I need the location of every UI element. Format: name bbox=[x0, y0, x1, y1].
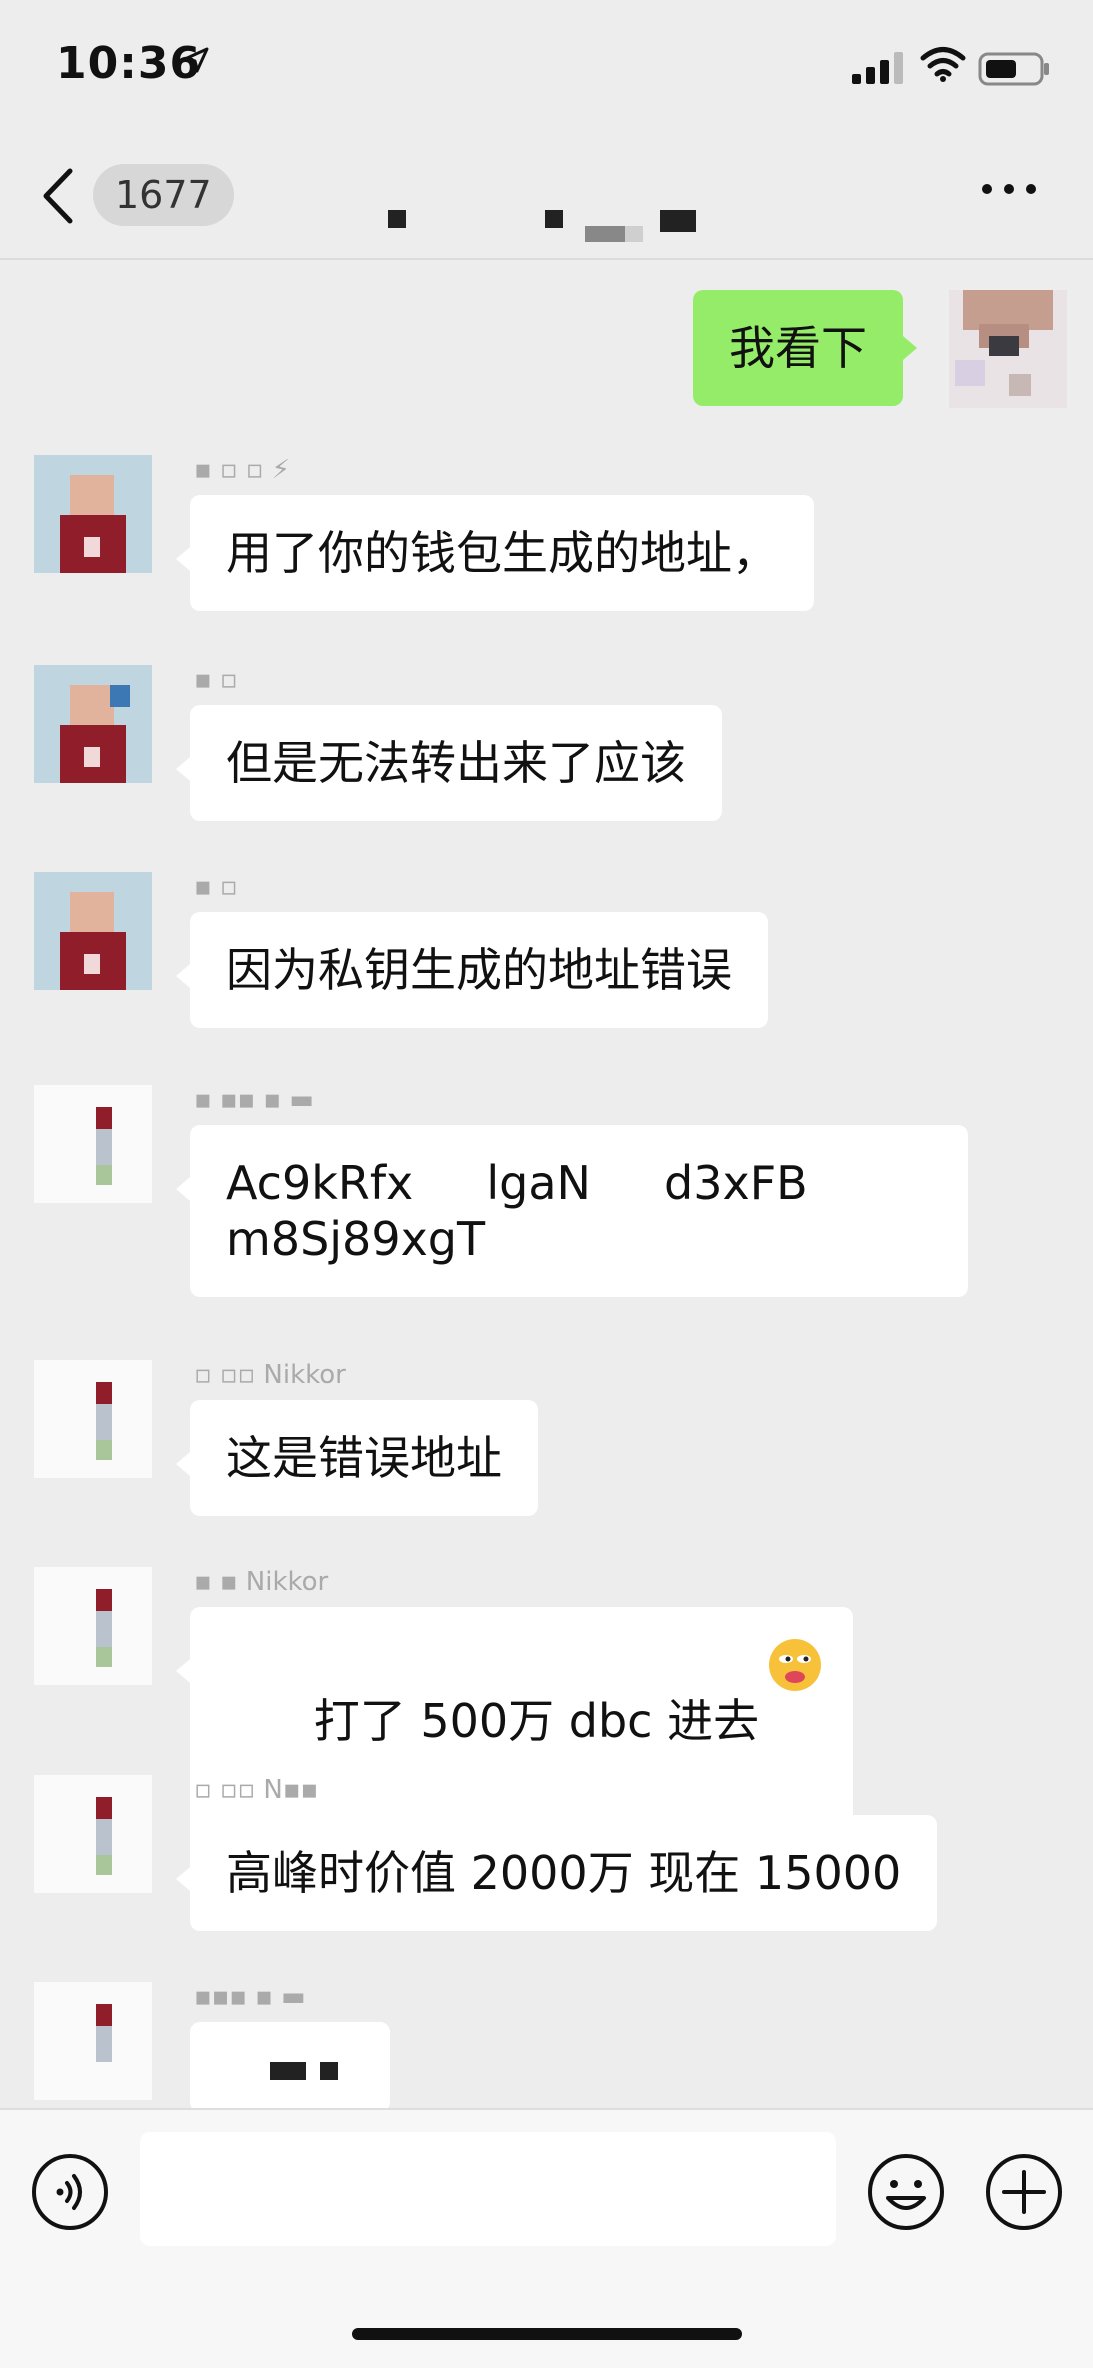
emoji-icon[interactable] bbox=[866, 2152, 946, 2232]
input-bar bbox=[0, 2108, 1093, 2368]
message-bubble[interactable]: 这是错误地址 bbox=[190, 1400, 538, 1516]
bubble-tail bbox=[176, 1659, 190, 1683]
avatar-sender[interactable] bbox=[34, 455, 152, 573]
avatar-sender[interactable] bbox=[34, 1982, 152, 2100]
avatar-mine[interactable] bbox=[949, 290, 1067, 408]
message-bubble-mine[interactable]: 我看下 bbox=[693, 290, 903, 406]
message-bubble[interactable]: 高峰时价值 2000万 现在 15000 bbox=[190, 1815, 937, 1931]
unread-count-badge[interactable]: 1677 bbox=[93, 164, 234, 226]
voice-input-icon[interactable] bbox=[30, 2152, 110, 2232]
sender-name-redacted: ▪ ▪ Nikkor bbox=[194, 1567, 328, 1597]
bubble-tail bbox=[176, 547, 190, 571]
avatar-sender[interactable] bbox=[34, 1567, 152, 1685]
sender-name-redacted: ▪ ▪▪ ▪ ▬ bbox=[194, 1085, 314, 1115]
bubble-tail bbox=[176, 1177, 190, 1201]
sender-name-redacted: ▪ ▫ bbox=[194, 665, 238, 695]
message-bubble[interactable]: 因为私钥生成的地址错误 bbox=[190, 912, 768, 1028]
message-bubble[interactable]: 但是无法转出来了应该 bbox=[190, 705, 722, 821]
avatar-sender[interactable] bbox=[34, 1360, 152, 1478]
message-bubble-address[interactable]: Ac9kRfx lgaN d3xFB m8Sj89xgT bbox=[190, 1125, 968, 1297]
avatar-sender[interactable] bbox=[34, 1085, 152, 1203]
status-time: 10:36 bbox=[56, 38, 201, 89]
message-bubble[interactable]: 用了你的钱包生成的地址， bbox=[190, 495, 814, 611]
wifi-icon bbox=[920, 46, 966, 82]
smirk-emoji-icon bbox=[767, 1637, 823, 1693]
message-bubble-redacted[interactable] bbox=[190, 2022, 390, 2108]
status-bar: 10:36 bbox=[0, 0, 1093, 140]
avatar-sender[interactable] bbox=[34, 1775, 152, 1893]
sender-name-redacted: ▫ ▫▫ Nikkor bbox=[194, 1360, 346, 1390]
plus-icon[interactable] bbox=[984, 2152, 1064, 2232]
bubble-tail bbox=[176, 757, 190, 781]
sender-name-redacted: ▪ ▫ ▫ ⚡ bbox=[194, 455, 290, 485]
more-options-icon[interactable] bbox=[980, 182, 1038, 196]
sender-name-redacted: ▪▪▪ ▪ ▬ bbox=[194, 1982, 306, 2012]
cellular-signal-icon bbox=[852, 52, 908, 84]
back-chevron-icon[interactable] bbox=[40, 167, 76, 225]
chat-title-redacted bbox=[380, 176, 720, 226]
bubble-tail bbox=[176, 1867, 190, 1891]
avatar-sender[interactable] bbox=[34, 872, 152, 990]
location-arrow-icon bbox=[182, 46, 210, 74]
sender-name-redacted: ▪ ▫ bbox=[194, 872, 238, 902]
sender-name-redacted: ▫ ▫▫ N▪▪ bbox=[194, 1775, 318, 1805]
message-list[interactable]: 我看下 ▪ ▫ ▫ ⚡ 用了你的钱包生成的地址， ▪ ▫ 但是无法转出来了应该 … bbox=[0, 260, 1093, 2108]
message-input[interactable] bbox=[140, 2132, 836, 2246]
home-indicator bbox=[352, 2328, 742, 2340]
bubble-tail bbox=[176, 1452, 190, 1476]
bubble-tail bbox=[176, 964, 190, 988]
message-text: 打了 500万 dbc 进去 bbox=[314, 1694, 759, 1748]
avatar-sender[interactable] bbox=[34, 665, 152, 783]
bubble-tail bbox=[903, 336, 917, 360]
battery-icon bbox=[978, 52, 1050, 86]
chat-header: 1677 bbox=[0, 140, 1093, 260]
